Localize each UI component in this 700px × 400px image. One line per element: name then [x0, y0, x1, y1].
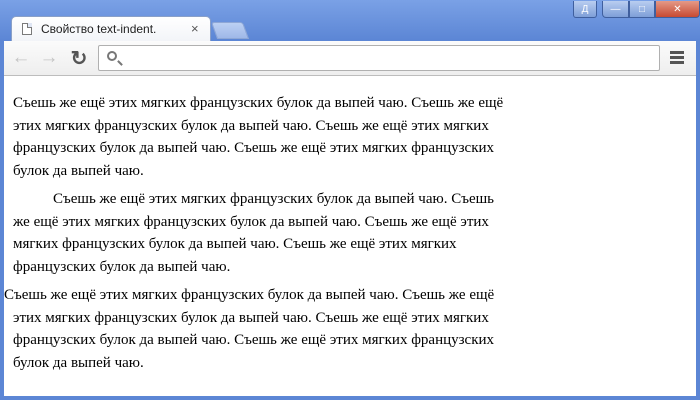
language-indicator[interactable]: Д — [573, 1, 597, 18]
new-tab-button[interactable] — [210, 22, 250, 39]
paragraph-indent-negative: Съешь же ещё этих мягких французских бул… — [4, 287, 495, 371]
window-controls: — □ ✕ — [602, 1, 700, 18]
page-icon — [22, 23, 32, 35]
toolbar: ← → ↻ — [4, 41, 696, 76]
paragraph-indent-positive: Съешь же ещё этих мягких французских бул… — [13, 191, 495, 275]
minimize-button[interactable]: — — [602, 1, 629, 18]
maximize-button[interactable]: □ — [629, 1, 655, 18]
tab-active[interactable]: Свойство text-indent. × — [11, 16, 211, 42]
reload-button[interactable]: ↻ — [68, 47, 90, 70]
tab-title: Свойство text-indent. — [41, 22, 157, 36]
back-button[interactable]: ← — [10, 47, 32, 69]
browser-window: Д — □ ✕ Свойство text-indent. × ← → ↻ Съ… — [0, 0, 700, 400]
tab-close-button[interactable]: × — [191, 21, 199, 36]
address-input[interactable] — [127, 49, 651, 69]
page-content: Съешь же ещё этих мягких французских бул… — [4, 76, 696, 396]
language-label: Д — [573, 1, 597, 18]
menu-icon[interactable] — [670, 51, 684, 65]
omnibox[interactable] — [98, 45, 660, 71]
forward-button[interactable]: → — [38, 47, 60, 69]
close-window-button[interactable]: ✕ — [655, 1, 700, 18]
paragraph-normal: Съешь же ещё этих мягких французских бул… — [13, 95, 504, 179]
search-icon — [107, 51, 117, 61]
